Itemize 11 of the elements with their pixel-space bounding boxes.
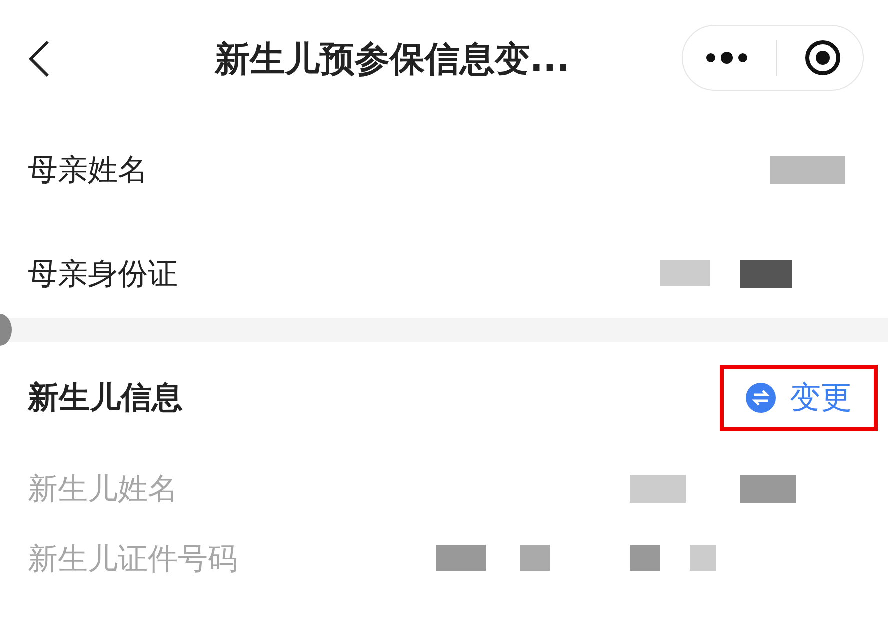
section-title: 新生儿信息 <box>28 379 183 418</box>
field-label: 新生儿姓名 <box>28 470 178 508</box>
field-label: 新生儿证件号码 <box>28 540 238 578</box>
field-label: 母亲身份证 <box>28 256 178 294</box>
close-target-icon[interactable] <box>804 39 842 77</box>
back-icon[interactable] <box>28 40 50 78</box>
page-title: 新生儿预参保信息变... <box>215 39 570 82</box>
more-icon[interactable] <box>704 51 748 65</box>
field-label: 母亲姓名 <box>28 152 148 190</box>
change-button[interactable]: 变更 <box>742 373 856 423</box>
swap-icon <box>746 383 776 413</box>
